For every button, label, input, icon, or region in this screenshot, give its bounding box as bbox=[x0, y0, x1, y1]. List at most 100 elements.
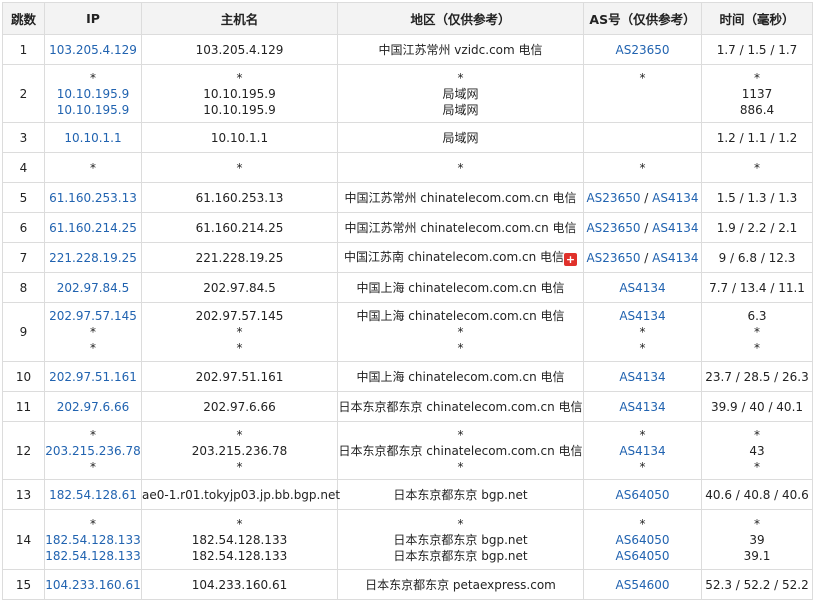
ip-address[interactable]: 221.228.19.25 bbox=[45, 250, 141, 266]
table-row: 11 202.97.6.66 202.97.6.66 日本东京都东京 chinatel… bbox=[2, 391, 813, 422]
as-line: * bbox=[584, 516, 701, 532]
latency: 39.1 bbox=[743, 548, 771, 563]
as-number[interactable]: AS4134 bbox=[652, 191, 698, 205]
as-number[interactable]: AS23650 bbox=[586, 221, 640, 235]
table-row: 2 * 10.10.195.9 10.10.195.9 * 10.10.195.9 10.1… bbox=[2, 64, 813, 123]
hostname: * bbox=[236, 70, 243, 85]
as-number[interactable]: AS54600 bbox=[616, 578, 670, 592]
col-header-hostname: 主机名 bbox=[141, 2, 338, 35]
ip-address[interactable]: 182.54.128.133 bbox=[45, 532, 141, 548]
table-row: 7 221.228.19.25 221.228.19.25 中国江苏南 chinate… bbox=[2, 242, 813, 273]
region-cell: 中国上海 chinatelecom.com.cn 电信 bbox=[337, 272, 584, 303]
as-line: AS4134 bbox=[584, 399, 701, 415]
region: 局域网 bbox=[442, 130, 479, 145]
as-cell bbox=[583, 122, 702, 153]
as-number[interactable]: AS23650 bbox=[586, 251, 640, 265]
as-number[interactable]: AS4134 bbox=[619, 370, 665, 384]
region: * bbox=[457, 459, 464, 474]
ip-address[interactable]: 104.233.160.61 bbox=[45, 577, 141, 593]
latency: 1.7 / 1.5 / 1.7 bbox=[716, 42, 798, 57]
hostname: * bbox=[236, 427, 243, 442]
as-number[interactable]: AS23650 bbox=[616, 43, 670, 57]
hostname: 103.205.4.129 bbox=[195, 42, 284, 57]
region-cell: * 日本东京都东京 bgp.net 日本东京都东京 bgp.net bbox=[337, 509, 584, 570]
region: 日本东京都东京 petaexpress.com bbox=[365, 577, 556, 592]
ip-address: * bbox=[90, 160, 96, 175]
as-number[interactable]: AS64050 bbox=[616, 549, 670, 563]
ip-address-cell: * 10.10.195.9 10.10.195.9 bbox=[44, 64, 142, 123]
as-number[interactable]: AS23650 bbox=[586, 191, 640, 205]
ip-address[interactable]: 203.215.236.78 bbox=[45, 443, 141, 459]
as-number[interactable]: AS4134 bbox=[619, 309, 665, 323]
latency: 6.3 bbox=[747, 309, 767, 323]
as-line: AS54600 bbox=[584, 577, 701, 593]
hostname-cell: * 10.10.195.9 10.10.195.9 bbox=[141, 64, 338, 123]
as-cell: AS4134 bbox=[583, 391, 702, 422]
region: 中国上海 chinatelecom.com.cn 电信 bbox=[356, 280, 565, 295]
region: * bbox=[457, 341, 464, 355]
ip-address[interactable]: 10.10.195.9 bbox=[45, 86, 141, 102]
ip-address: * bbox=[90, 427, 96, 442]
latency: 1.2 / 1.1 / 1.2 bbox=[716, 130, 798, 145]
as-cell: * AS64050 AS64050 bbox=[583, 509, 702, 570]
ip-address-cell: 10.10.1.1 bbox=[44, 122, 142, 153]
col-header-region: 地区（仅供参考） bbox=[337, 2, 584, 35]
ip-address: * bbox=[90, 459, 96, 474]
as-cell: * bbox=[583, 64, 702, 123]
hostname-cell: 61.160.253.13 bbox=[141, 182, 338, 213]
ip-address[interactable]: 103.205.4.129 bbox=[45, 42, 141, 58]
hostname: 203.215.236.78 bbox=[191, 443, 288, 458]
as-number[interactable]: AS64050 bbox=[616, 488, 670, 502]
region-cell: 中国上海 chinatelecom.com.cn 电信 bbox=[337, 361, 584, 392]
as-cell: AS23650 / AS4134 bbox=[583, 242, 702, 273]
hostname: 10.10.195.9 bbox=[203, 86, 276, 101]
latency-cell: * bbox=[701, 152, 813, 183]
latency: 7.7 / 13.4 / 11.1 bbox=[709, 280, 805, 295]
ip-address[interactable]: 10.10.195.9 bbox=[45, 102, 141, 118]
as-number[interactable]: AS4134 bbox=[619, 400, 665, 414]
ip-address[interactable]: 182.54.128.61 bbox=[45, 487, 141, 503]
as-number[interactable]: AS4134 bbox=[652, 251, 698, 265]
as-cell: AS4134 bbox=[583, 272, 702, 303]
latency: 52.3 / 52.2 / 52.2 bbox=[705, 577, 809, 592]
ip-address[interactable]: 202.97.51.161 bbox=[45, 369, 141, 385]
ip-address-cell: * 182.54.128.133 182.54.128.133 bbox=[44, 509, 142, 570]
overlay-flag-icon: + bbox=[564, 253, 578, 266]
hostname: 10.10.1.1 bbox=[210, 130, 269, 145]
ip-address[interactable]: 202.97.84.5 bbox=[45, 280, 141, 296]
ip-address[interactable]: 202.97.57.145 bbox=[45, 308, 141, 324]
table-row: 10 202.97.51.161 202.97.51.161 中国上海 chinate… bbox=[2, 361, 813, 392]
ip-address: * bbox=[90, 325, 96, 339]
latency: * bbox=[754, 516, 760, 531]
ip-address[interactable]: 182.54.128.133 bbox=[45, 548, 141, 564]
hostname-cell: 221.228.19.25 bbox=[141, 242, 338, 273]
as-cell: AS4134 bbox=[583, 361, 702, 392]
table-row: 8 202.97.84.5 202.97.84.5 中国上海 chinatelecom… bbox=[2, 272, 813, 303]
latency: * bbox=[754, 459, 760, 474]
ip-address-cell: * 203.215.236.78 * bbox=[44, 421, 142, 480]
ip-address[interactable]: 61.160.253.13 bbox=[45, 190, 141, 206]
as-number[interactable]: AS64050 bbox=[616, 533, 670, 547]
latency-cell: 6.3 * * bbox=[701, 302, 813, 362]
ip-address[interactable]: 61.160.214.25 bbox=[45, 220, 141, 236]
ip-address: * bbox=[90, 516, 96, 531]
latency-cell: 23.7 / 28.5 / 26.3 bbox=[701, 361, 813, 392]
table-row: 9 202.97.57.145 * * 202.97.57.145 * * 中国上海 chin… bbox=[2, 302, 813, 362]
table-row: 6 61.160.214.25 61.160.214.25 中国江苏常州 chinat… bbox=[2, 212, 813, 243]
region: 中国江苏常州 chinatelecom.com.cn 电信 bbox=[344, 190, 577, 205]
as-cell: AS64050 bbox=[583, 479, 702, 510]
as-number[interactable]: AS4134 bbox=[619, 281, 665, 295]
latency: 43 bbox=[749, 443, 765, 458]
as-number[interactable]: AS4134 bbox=[652, 221, 698, 235]
table-row: 14 * 182.54.128.133 182.54.128.133 * 182.54.1… bbox=[2, 509, 813, 570]
region-cell: 中国上海 chinatelecom.com.cn 电信 * * bbox=[337, 302, 584, 362]
latency: * bbox=[754, 70, 760, 85]
as-number[interactable]: AS4134 bbox=[619, 444, 665, 458]
ip-address[interactable]: 202.97.6.66 bbox=[45, 399, 141, 415]
hop-number: 12 bbox=[2, 421, 45, 480]
as-line: * bbox=[584, 340, 701, 356]
region: 中国上海 chinatelecom.com.cn 电信 bbox=[356, 369, 565, 384]
region-cell: 日本东京都东京 bgp.net bbox=[337, 479, 584, 510]
ip-address-cell: 61.160.214.25 bbox=[44, 212, 142, 243]
ip-address[interactable]: 10.10.1.1 bbox=[45, 130, 141, 146]
